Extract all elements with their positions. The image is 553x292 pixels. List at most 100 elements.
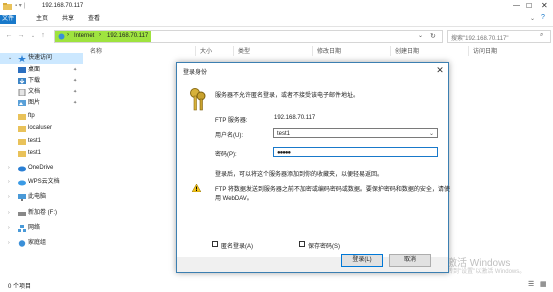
sidebar-item-wps-cloud[interactable]: › WPS云文档 (0, 177, 83, 188)
address-dropdown-icon[interactable]: ⌄ (418, 32, 423, 39)
sidebar-item-homegroup[interactable]: › 家庭组 (0, 238, 83, 249)
pin-icon[interactable]: ✦ (73, 87, 77, 98)
cancel-button[interactable]: 取消 (389, 254, 431, 267)
details-view-icon[interactable]: ☰ (528, 280, 534, 288)
sidebar-item-downloads[interactable]: 下载 ✦ (0, 76, 83, 87)
breadcrumb-internet[interactable]: Internet (74, 33, 94, 39)
column-divider[interactable] (390, 46, 391, 56)
forward-arrow-icon[interactable]: → (16, 31, 26, 41)
anonymous-login-label[interactable]: 匿名登录(A) (221, 241, 253, 250)
drive-icon (18, 210, 26, 217)
dialog-title: 登录身份 (183, 70, 208, 76)
close-button[interactable]: ✕ (541, 1, 548, 10)
ribbon-expand-icon[interactable]: ⌄ (530, 15, 535, 22)
chevron-right-icon[interactable]: › (8, 163, 10, 174)
column-divider[interactable] (195, 46, 196, 56)
chevron-right-icon[interactable]: › (8, 177, 10, 188)
help-icon[interactable]: ? (541, 14, 545, 21)
sidebar-item-label: 下载 (28, 78, 41, 84)
sidebar-item-drive-f[interactable]: › 新加卷 (F:) (0, 208, 83, 219)
chevron-down-icon[interactable]: ⌄ (8, 53, 12, 64)
column-divider[interactable] (233, 46, 234, 56)
column-divider[interactable] (468, 46, 469, 56)
info-text: 登录后，可以将这个服务器添加到你的收藏夹，以便轻易返回。 (215, 172, 384, 178)
search-box[interactable]: 搜索"192.168.70.117" ⌕ (447, 30, 551, 43)
sidebar-item-documents[interactable]: 文档 ✦ (0, 87, 83, 98)
column-name[interactable]: 名称 (90, 46, 102, 55)
tab-home[interactable]: 主页 (32, 15, 52, 24)
column-size[interactable]: 大小 (200, 46, 212, 55)
anonymous-login-checkbox[interactable] (212, 241, 218, 247)
tab-view[interactable]: 查看 (84, 15, 104, 24)
password-label: 密码(P): (215, 152, 237, 158)
refresh-icon[interactable]: ↻ (430, 32, 436, 40)
address-bar[interactable]: › Internet › 192.168.70.117 ⌄ ↻ (54, 30, 443, 43)
pin-icon[interactable]: ✦ (73, 98, 77, 109)
sidebar-item-localuser[interactable]: localuser (0, 123, 83, 134)
sidebar-item-pictures[interactable]: 图片 ✦ (0, 98, 83, 109)
sidebar-item-label: test1 (28, 138, 42, 144)
search-placeholder: 搜索"192.168.70.117" (451, 36, 509, 42)
warning-icon (192, 184, 201, 192)
column-created[interactable]: 创建日期 (395, 46, 419, 55)
sidebar-item-network[interactable]: › 网络 (0, 223, 83, 234)
tab-file[interactable]: 文件 (0, 15, 16, 24)
sidebar-item-test1[interactable]: test1 (0, 136, 83, 147)
column-divider[interactable] (312, 46, 313, 56)
minimize-button[interactable]: — (513, 2, 520, 9)
pin-icon[interactable]: ✦ (73, 76, 77, 87)
chevron-right-icon[interactable]: › (8, 238, 10, 249)
dialog-close-button[interactable]: ✕ (434, 64, 446, 76)
chevron-right-icon[interactable]: › (8, 208, 10, 219)
password-value: ●●●●● (277, 150, 291, 156)
sidebar-item-label: 文档 (28, 89, 41, 95)
tab-share[interactable]: 共享 (58, 15, 78, 24)
sidebar-item-this-pc[interactable]: › 此电脑 (0, 192, 83, 203)
sidebar-item-onedrive[interactable]: › OneDrive (0, 163, 83, 174)
sidebar-item-quick-access[interactable]: ⌄ 快速访问 (0, 53, 83, 64)
maximize-button[interactable]: ☐ (526, 2, 532, 10)
pin-icon[interactable]: ✦ (73, 65, 77, 76)
folder-icon (18, 113, 26, 120)
save-password-checkbox[interactable] (299, 241, 305, 247)
up-arrow-icon[interactable]: ↑ (38, 31, 48, 41)
folder-icon (18, 150, 26, 157)
username-field[interactable]: test1 ⌄ (273, 128, 438, 138)
breadcrumb-host[interactable]: 192.168.70.117 (107, 33, 148, 39)
sidebar-item-label: 图片 (28, 100, 41, 106)
username-dropdown-icon[interactable]: ⌄ (429, 129, 434, 139)
save-password-label[interactable]: 保存密码(S) (308, 241, 340, 250)
column-accessed[interactable]: 访问日期 (473, 46, 497, 55)
wps-cloud-icon (18, 179, 26, 186)
password-field[interactable]: ●●●●● (273, 147, 438, 157)
dialog-body: 服务器不允许匿名登录，或者不接受该电子邮件地址。 FTP 服务器: 192.16… (177, 77, 450, 257)
large-icons-view-icon[interactable]: ▦ (540, 280, 547, 288)
back-arrow-icon[interactable]: ← (4, 31, 14, 41)
search-icon[interactable]: ⌕ (540, 32, 543, 39)
breadcrumb-chevron-icon: › (67, 32, 69, 38)
recent-dropdown-icon[interactable]: ⌄ (28, 31, 38, 41)
window-title: 192.168.70.117 (42, 3, 84, 9)
column-modified[interactable]: 修改日期 (317, 46, 341, 55)
username-value: test1 (277, 131, 291, 137)
cloud-icon (18, 165, 26, 172)
download-folder-icon (18, 78, 26, 85)
column-type[interactable]: 类型 (238, 46, 250, 55)
server-label: FTP 服务器: (215, 118, 248, 124)
sidebar-item-label: 桌面 (28, 67, 41, 73)
folder-icon (18, 125, 26, 132)
star-icon (18, 55, 26, 62)
network-icon (18, 225, 26, 232)
sidebar-item-label: 网络 (28, 225, 41, 231)
sidebar-item-desktop[interactable]: 桌面 ✦ (0, 65, 83, 76)
dialog-message: 服务器不允许匿名登录，或者不接受该电子邮件地址。 (215, 93, 360, 99)
username-label: 用户名(U): (215, 133, 243, 139)
sidebar-item-ftp[interactable]: ftp (0, 111, 83, 122)
pictures-folder-icon (18, 100, 26, 107)
login-button[interactable]: 登录(L) (341, 254, 383, 267)
folder-icon (18, 138, 26, 145)
chevron-right-icon[interactable]: › (8, 223, 10, 234)
sidebar-item-test1[interactable]: test1 (0, 148, 83, 159)
chevron-right-icon[interactable]: › (8, 192, 10, 203)
quick-access-toolbar[interactable]: ▪ ▾ | (15, 2, 25, 9)
